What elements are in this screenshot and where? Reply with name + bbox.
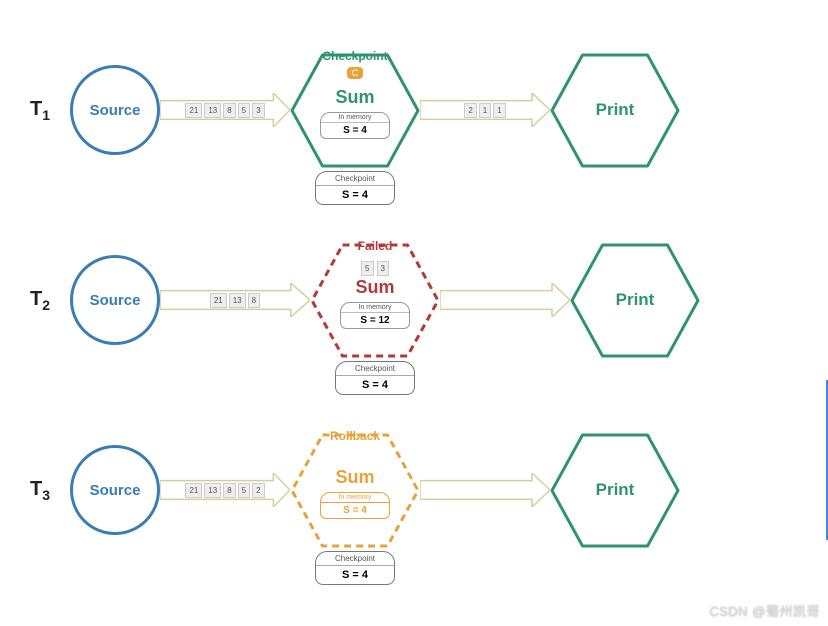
source-node: Source — [70, 445, 160, 535]
arrow-sum-to-print — [440, 283, 570, 317]
stream-token: 5 — [238, 103, 250, 118]
sum-operator-node: Failed53SumIn memory S = 12 Checkpoint S… — [310, 243, 440, 358]
checkpoint-value: S = 4 — [336, 376, 414, 394]
checkpoint-label: Checkpoint — [316, 172, 394, 186]
checkpoint-value: S = 4 — [316, 566, 394, 584]
arrow-sum-to-print: 211 — [420, 93, 550, 127]
sink-title: Print — [596, 480, 635, 500]
sink-title: Print — [616, 290, 655, 310]
checkpoint-value: S = 4 — [316, 186, 394, 204]
stream-token: 1 — [479, 103, 491, 118]
stream-token: 5 — [238, 483, 250, 498]
diagram-row-t1: T1Source 2113853 CheckpointCSumIn memory… — [30, 20, 798, 200]
print-sink-node: Print — [570, 243, 700, 358]
source-node: Source — [70, 255, 160, 345]
sum-operator-node: RollbackSumIn memory S = 4 Checkpoint S … — [290, 433, 420, 548]
checkpoint-store: Checkpoint S = 4 — [315, 551, 395, 585]
hex-status-label: Checkpoint — [322, 49, 387, 63]
in-flight-tokens: 53 — [361, 261, 389, 276]
stream-token: 13 — [229, 293, 246, 308]
checkpoint-store: Checkpoint S = 4 — [335, 361, 415, 395]
arrow-source-to-sum: 2113853 — [160, 93, 290, 127]
stream-token: 8 — [248, 293, 260, 308]
stream-token: 8 — [223, 483, 235, 498]
stream-token: 13 — [204, 483, 221, 498]
checkpoint-label: Checkpoint — [316, 552, 394, 566]
stream-token: 3 — [377, 261, 389, 276]
stream-token: 2 — [252, 483, 264, 498]
source-node: Source — [70, 65, 160, 155]
arrow-source-to-sum: 21138 — [160, 283, 310, 317]
checkpoint-label: Checkpoint — [336, 362, 414, 376]
stream-token: 21 — [210, 293, 227, 308]
diagram-row-t2: T2Source 21138 Failed53SumIn memory S = … — [30, 210, 798, 390]
checkpoint-badge: C — [347, 67, 364, 79]
stream-token: 3 — [252, 103, 264, 118]
arrow-source-to-sum: 2113852 — [160, 473, 290, 507]
sum-operator-node: CheckpointCSumIn memory S = 4 Checkpoint… — [290, 53, 420, 168]
time-label: T3 — [30, 478, 70, 503]
checkpoint-store: Checkpoint S = 4 — [315, 171, 395, 205]
print-sink-node: Print — [550, 433, 680, 548]
sink-title: Print — [596, 100, 635, 120]
time-label: T2 — [30, 288, 70, 313]
watermark: CSDN @蜀州凯哥 — [709, 601, 820, 620]
stream-token: 13 — [204, 103, 221, 118]
stream-token: 2 — [464, 103, 476, 118]
diagram-row-t3: T3Source 2113852 RollbackSumIn memory S … — [30, 400, 798, 580]
stream-token: 21 — [185, 483, 202, 498]
stream-token: 1 — [493, 103, 505, 118]
stream-token: 5 — [361, 261, 373, 276]
hex-status-label: Rollback — [330, 429, 380, 443]
stream-token: 8 — [223, 103, 235, 118]
hex-status-label: Failed — [358, 239, 393, 253]
arrow-sum-to-print — [420, 473, 550, 507]
print-sink-node: Print — [550, 53, 680, 168]
stream-token: 21 — [185, 103, 202, 118]
time-label: T1 — [30, 98, 70, 123]
